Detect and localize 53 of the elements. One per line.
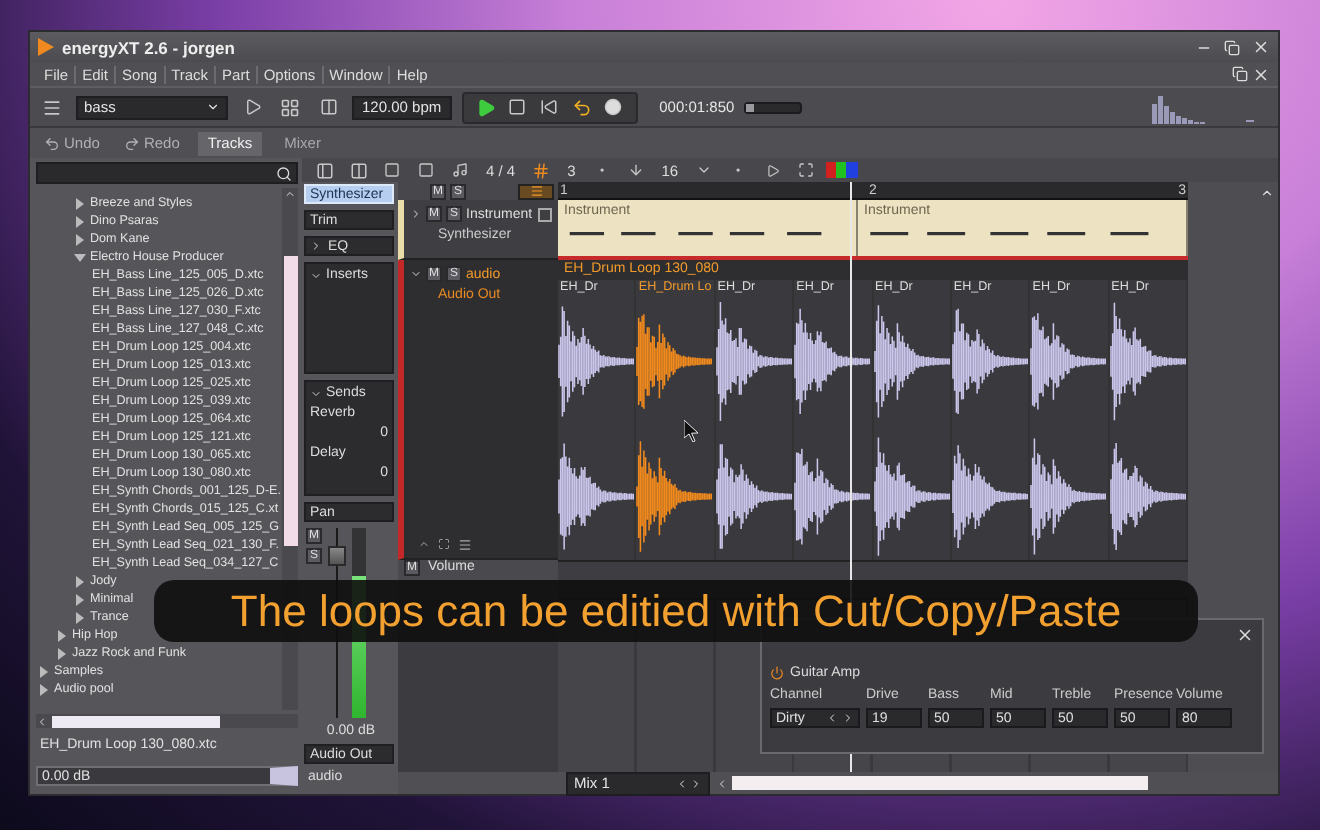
menu-icon [458, 538, 472, 552]
restore-button[interactable] [1222, 37, 1242, 57]
menu-icon [42, 97, 62, 117]
close-button[interactable] [1234, 624, 1254, 644]
scroll-left-icon [716, 777, 728, 789]
power-icon [770, 666, 784, 680]
play-icon [243, 98, 261, 116]
fullscreen-icon [798, 162, 815, 178]
loop-icon [571, 97, 592, 117]
play-icon [765, 163, 780, 177]
down-arrow-icon [627, 162, 644, 178]
color-swatch-icon[interactable] [826, 162, 859, 178]
columns-icon [349, 161, 367, 179]
close-icon [1251, 65, 1269, 83]
restore-button[interactable] [1230, 64, 1250, 84]
search-icon [276, 165, 292, 181]
search-field[interactable] [36, 162, 298, 184]
scroll-thumb[interactable] [52, 715, 220, 727]
caret-icon [206, 100, 220, 114]
grid-icon [280, 97, 300, 117]
stop-icon [508, 98, 527, 116]
redo-icon [123, 135, 140, 151]
menu-icon [529, 184, 543, 198]
hash-icon [532, 161, 551, 179]
scroll-thumb[interactable] [732, 776, 1148, 790]
app-logo-icon [38, 38, 54, 56]
close-icon [1251, 38, 1269, 56]
fader-thumb[interactable] [328, 545, 346, 565]
scroll-thumb[interactable] [283, 256, 297, 546]
scroll-up-icon [284, 188, 296, 200]
play-icon [475, 97, 496, 117]
restore-icon [1224, 39, 1240, 55]
panel-icon [315, 161, 333, 179]
undo-icon [44, 135, 60, 151]
caption-text: The loops can be editied with Cut/Copy/Paste [230, 585, 1122, 637]
close-button[interactable] [1250, 64, 1270, 84]
window-title: energyXT 2.6 - jorgen [62, 37, 237, 57]
note-icon [452, 162, 468, 178]
square-icon [384, 162, 400, 178]
mouse-cursor-icon [684, 420, 700, 442]
close-icon [1235, 625, 1253, 643]
checkbox[interactable] [538, 207, 552, 221]
close-button[interactable] [1250, 37, 1270, 57]
columns-icon [319, 98, 337, 116]
volume-slider[interactable] [744, 101, 803, 113]
square-icon [418, 162, 434, 178]
scroll-up-icon [1260, 186, 1274, 200]
scrollbar[interactable] [36, 714, 298, 728]
rewind-icon [540, 98, 559, 116]
record-icon [604, 98, 623, 116]
caret-icon [696, 162, 713, 178]
scroll-left-icon [36, 715, 48, 727]
restore-icon [1232, 66, 1248, 82]
